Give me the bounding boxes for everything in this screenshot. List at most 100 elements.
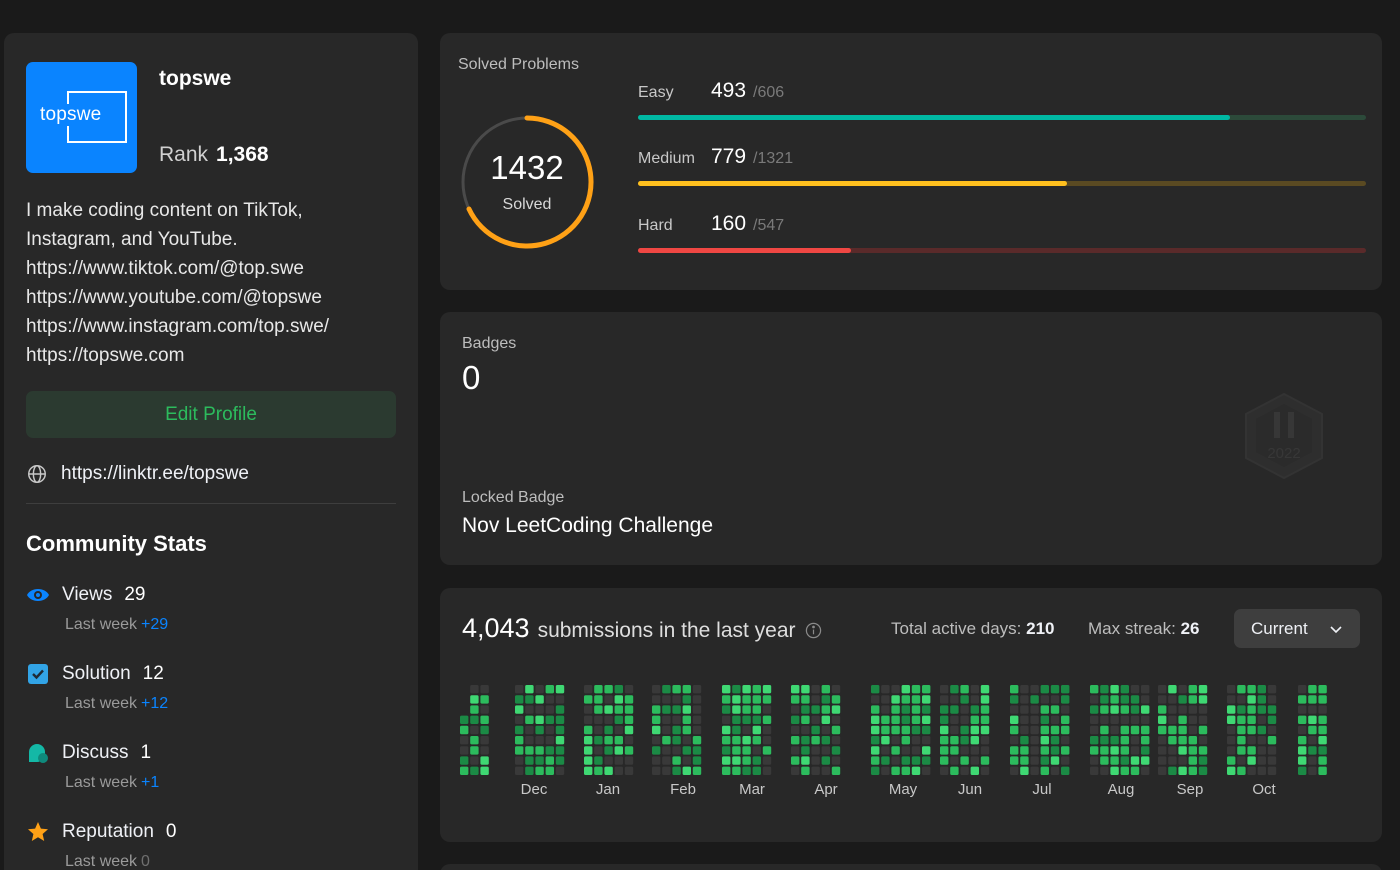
heatmap-cell[interactable] (871, 746, 880, 755)
heatmap-cell[interactable] (515, 766, 524, 775)
heatmap-cell[interactable] (1237, 685, 1246, 694)
heatmap-cell[interactable] (1237, 746, 1246, 755)
heatmap-cell[interactable] (1267, 705, 1277, 714)
heatmap-cell[interactable] (1020, 736, 1029, 745)
heatmap-cell[interactable] (871, 715, 880, 724)
heatmap-cell[interactable] (480, 756, 489, 765)
heatmap-cell[interactable] (950, 685, 959, 694)
heatmap-cell[interactable] (871, 756, 880, 765)
heatmap-cell[interactable] (584, 766, 593, 775)
heatmap-cell[interactable] (662, 695, 671, 704)
heatmap-cell[interactable] (1090, 746, 1099, 755)
heatmap-cell[interactable] (594, 695, 603, 704)
heatmap-cell[interactable] (1158, 705, 1167, 714)
heatmap-cell[interactable] (1141, 746, 1150, 755)
heatmap-cell[interactable] (515, 736, 524, 745)
heatmap-cell[interactable] (545, 756, 554, 765)
heatmap-cell[interactable] (1168, 705, 1177, 714)
heatmap-cell[interactable] (722, 685, 731, 694)
heatmap-cell[interactable] (911, 725, 921, 735)
heatmap-cell[interactable] (791, 746, 800, 755)
heatmap-cell[interactable] (1010, 766, 1019, 775)
heatmap-cell[interactable] (1247, 715, 1256, 724)
heatmap-cell[interactable] (742, 756, 751, 765)
heatmap-cell[interactable] (970, 736, 979, 745)
heatmap-cell[interactable] (960, 756, 969, 765)
heatmap-cell[interactable] (1198, 715, 1208, 724)
heatmap-cell[interactable] (1100, 725, 1109, 735)
heatmap-cell[interactable] (682, 756, 691, 765)
heatmap-cell[interactable] (480, 685, 489, 694)
heatmap-cell[interactable] (594, 715, 603, 724)
heatmap-cell[interactable] (980, 766, 990, 775)
heatmap-cell[interactable] (594, 746, 603, 755)
heatmap-cell[interactable] (1267, 746, 1277, 755)
heatmap-cell[interactable] (1298, 725, 1307, 735)
heatmap-cell[interactable] (1178, 736, 1187, 745)
heatmap-cell[interactable] (470, 715, 479, 724)
heatmap-cell[interactable] (682, 746, 691, 755)
heatmap-cell[interactable] (515, 695, 524, 704)
heatmap-cell[interactable] (1237, 736, 1246, 745)
heatmap-cell[interactable] (515, 685, 524, 694)
heatmap-cell[interactable] (871, 766, 880, 775)
heatmap-cell[interactable] (1010, 736, 1019, 745)
heatmap-cell[interactable] (980, 715, 990, 724)
heatmap-cell[interactable] (692, 715, 702, 724)
heatmap-cell[interactable] (821, 725, 830, 735)
heatmap-cell[interactable] (594, 766, 603, 775)
heatmap-cell[interactable] (911, 705, 921, 714)
heatmap-cell[interactable] (1040, 756, 1049, 765)
heatmap-cell[interactable] (1318, 736, 1327, 745)
heatmap-cell[interactable] (1040, 736, 1049, 745)
heatmap-cell[interactable] (614, 736, 623, 745)
heatmap-cell[interactable] (922, 766, 931, 775)
heatmap-cell[interactable] (1227, 715, 1236, 724)
heatmap-cell[interactable] (831, 725, 841, 735)
heatmap-cell[interactable] (1030, 736, 1039, 745)
heatmap-cell[interactable] (1168, 756, 1177, 765)
heatmap-cell[interactable] (970, 715, 979, 724)
heatmap-cell[interactable] (911, 736, 921, 745)
heatmap-cell[interactable] (980, 705, 990, 714)
heatmap-cell[interactable] (1020, 705, 1029, 714)
heatmap-cell[interactable] (1168, 715, 1177, 724)
heatmap-cell[interactable] (901, 766, 910, 775)
heatmap-cell[interactable] (1040, 705, 1049, 714)
heatmap-cell[interactable] (604, 725, 613, 735)
heatmap-cell[interactable] (732, 705, 741, 714)
heatmap-cell[interactable] (624, 715, 634, 724)
heatmap-cell[interactable] (1247, 725, 1256, 735)
heatmap-cell[interactable] (1130, 685, 1140, 694)
heatmap-cell[interactable] (722, 766, 731, 775)
heatmap-cell[interactable] (891, 715, 900, 724)
heatmap-cell[interactable] (742, 685, 751, 694)
heatmap-cell[interactable] (1050, 746, 1060, 755)
heatmap-cell[interactable] (1030, 715, 1039, 724)
heatmap-cell[interactable] (672, 715, 681, 724)
heatmap-cell[interactable] (470, 736, 479, 745)
heatmap-cell[interactable] (1120, 705, 1129, 714)
heatmap-cell[interactable] (891, 756, 900, 765)
heatmap-cell[interactable] (1110, 685, 1119, 694)
heatmap-cell[interactable] (460, 756, 469, 765)
heatmap-cell[interactable] (801, 685, 810, 694)
heatmap-cell[interactable] (1318, 746, 1327, 755)
heatmap-cell[interactable] (821, 695, 830, 704)
heatmap-cell[interactable] (1090, 736, 1099, 745)
heatmap-cell[interactable] (1090, 715, 1099, 724)
heatmap-cell[interactable] (1158, 736, 1167, 745)
heatmap-cell[interactable] (470, 756, 479, 765)
heatmap-cell[interactable] (1318, 756, 1327, 765)
heatmap-cell[interactable] (1050, 725, 1060, 735)
heatmap-cell[interactable] (692, 705, 702, 714)
heatmap-cell[interactable] (515, 725, 524, 735)
heatmap-cell[interactable] (662, 766, 671, 775)
heatmap-cell[interactable] (1168, 746, 1177, 755)
heatmap-cell[interactable] (742, 715, 751, 724)
heatmap-cell[interactable] (960, 695, 969, 704)
heatmap-cell[interactable] (762, 746, 772, 755)
heatmap-cell[interactable] (652, 695, 661, 704)
heatmap-cell[interactable] (535, 766, 544, 775)
heatmap-cell[interactable] (1308, 756, 1317, 765)
